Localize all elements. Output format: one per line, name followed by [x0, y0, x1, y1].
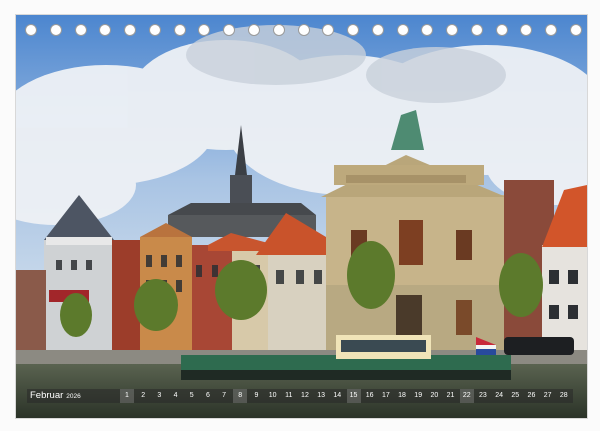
binding-hole: [99, 24, 112, 36]
calendar-page: Februar 2026 1 2 3 4 5 6 7 8 9 10 11 12 13 14 15 16 17 18 1…: [0, 0, 600, 431]
calendar-day: 26: [527, 392, 536, 399]
binding-hole: [198, 24, 211, 36]
year-label: 2026: [66, 393, 81, 400]
calendar-day: 4: [173, 392, 178, 399]
binding-hole: [322, 24, 335, 36]
calendar-day: 16: [365, 392, 374, 399]
binding-hole: [545, 24, 558, 36]
calendar-day: 5: [189, 392, 194, 399]
binding-hole: [272, 24, 285, 36]
calendar-day: 19: [414, 392, 423, 399]
calendar-day: 22: [459, 389, 474, 403]
spiral-binding: [15, 24, 586, 38]
calendar-day: 10: [268, 392, 277, 399]
calendar-day: 1: [120, 389, 134, 403]
binding-hole: [396, 24, 409, 36]
calendar-day: 25: [511, 392, 520, 399]
binding-hole: [495, 24, 508, 36]
calendar-day: 27: [543, 392, 552, 399]
calendar-day: 18: [398, 392, 406, 399]
binding-hole: [297, 24, 310, 36]
binding-hole: [223, 24, 236, 36]
calendar-day: 28: [559, 392, 568, 399]
binding-hole: [446, 24, 459, 36]
month-label: Februar 2026: [30, 389, 81, 403]
binding-hole: [470, 24, 483, 36]
binding-hole: [124, 24, 137, 36]
calendar-day: 15: [346, 389, 361, 403]
calendar-day: 13: [317, 392, 326, 399]
calendar-day: 11: [285, 392, 293, 399]
calendar-day: 21: [446, 392, 455, 399]
calendar-day: 17: [381, 392, 390, 399]
calendar-day: 23: [479, 392, 487, 399]
calendar-day: 20: [430, 392, 439, 399]
binding-hole: [148, 24, 161, 36]
binding-hole: [520, 24, 533, 36]
binding-hole: [347, 24, 360, 36]
binding-hole: [247, 24, 260, 36]
binding-hole: [421, 24, 434, 36]
month-name: Februar: [30, 390, 64, 401]
calendar-day: 6: [205, 392, 210, 399]
binding-hole: [74, 24, 87, 36]
calendar-day: 2: [141, 392, 146, 399]
calendar-day: 9: [254, 392, 259, 399]
binding-hole: [570, 24, 582, 36]
day-strip: 1 2 3 4 5 6 7 8 9 10 11 12 13 14 15 16 17 18 19 20 21 22 23 24 2…: [120, 389, 573, 403]
calendar-day: 7: [222, 392, 227, 399]
calendar-day: 8: [233, 389, 248, 403]
calendar-day: 12: [301, 392, 309, 399]
calendar-strip: Februar 2026 1 2 3 4 5 6 7 8 9 10 11 12 13 14 15 16 17 18 1…: [27, 389, 573, 403]
binding-hole: [173, 24, 186, 36]
calendar-day: 14: [333, 392, 342, 399]
calendar-day: 3: [157, 392, 162, 399]
binding-hole: [25, 24, 37, 36]
binding-hole: [49, 24, 62, 36]
binding-hole: [371, 24, 384, 36]
haarlem-canal-photo: [15, 14, 588, 419]
calendar-day: 24: [495, 392, 503, 399]
